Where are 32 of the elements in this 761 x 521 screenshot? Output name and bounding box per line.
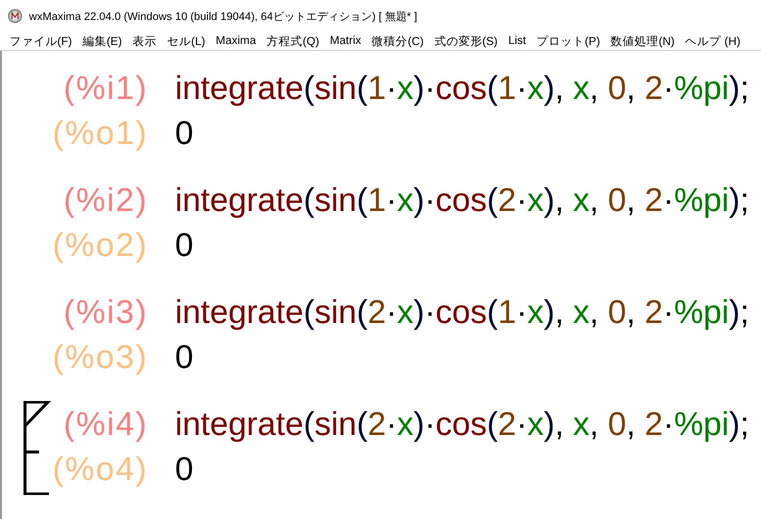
menu-item[interactable]: 数値処理(N) — [605, 34, 680, 48]
menu-item[interactable]: 方程式(Q) — [261, 34, 325, 48]
output-label: (%o1) — [51, 114, 148, 152]
output-label: (%o2) — [51, 226, 148, 264]
cell-bracket[interactable] — [22, 401, 52, 495]
output-label: (%o3) — [51, 338, 148, 376]
menu-item[interactable]: プロット(P) — [531, 34, 606, 48]
menu-item[interactable]: 編集(E) — [77, 34, 128, 48]
input-label: (%i4) — [62, 404, 148, 442]
output-value: 0 — [175, 114, 194, 152]
menu-item[interactable]: 微積分(C) — [366, 34, 429, 48]
output-value: 0 — [175, 450, 194, 488]
input-label: (%i3) — [62, 292, 148, 330]
menu-item[interactable]: ファイル(F) — [4, 34, 78, 48]
input-label: (%i1) — [62, 68, 148, 106]
output-value: 0 — [175, 338, 194, 376]
menu-item[interactable]: 表示 — [127, 34, 162, 48]
menu-item[interactable]: Matrix — [324, 35, 366, 47]
input-label: (%i2) — [62, 180, 148, 218]
menu-item[interactable]: 式の変形(S) — [429, 34, 503, 48]
output-label: (%o4) — [51, 450, 148, 488]
menu-item[interactable]: List — [502, 35, 532, 47]
window-title: wxMaxima 22.04.0 (Windows 10 (build 19044), 64ビットエディション) [ 無題* ] — [29, 10, 418, 24]
input-expression[interactable]: integrate(sin(2·x)·cos(1·x), x, 0, 2·%pi); — [175, 292, 750, 330]
input-expression[interactable]: integrate(sin(2·x)·cos(2·x), x, 0, 2·%pi); — [175, 404, 750, 442]
output-value: 0 — [175, 226, 194, 264]
menu-item[interactable]: セル(L) — [162, 34, 210, 48]
menu-item[interactable]: ヘルプ (H) — [680, 34, 746, 48]
input-expression[interactable]: integrate(sin(1·x)·cos(1·x), x, 0, 2·%pi); — [175, 68, 750, 106]
input-expression[interactable]: integrate(sin(1·x)·cos(2·x), x, 0, 2·%pi); — [175, 180, 750, 218]
menu-item[interactable]: Maxima — [210, 35, 262, 47]
app-icon — [8, 9, 22, 23]
